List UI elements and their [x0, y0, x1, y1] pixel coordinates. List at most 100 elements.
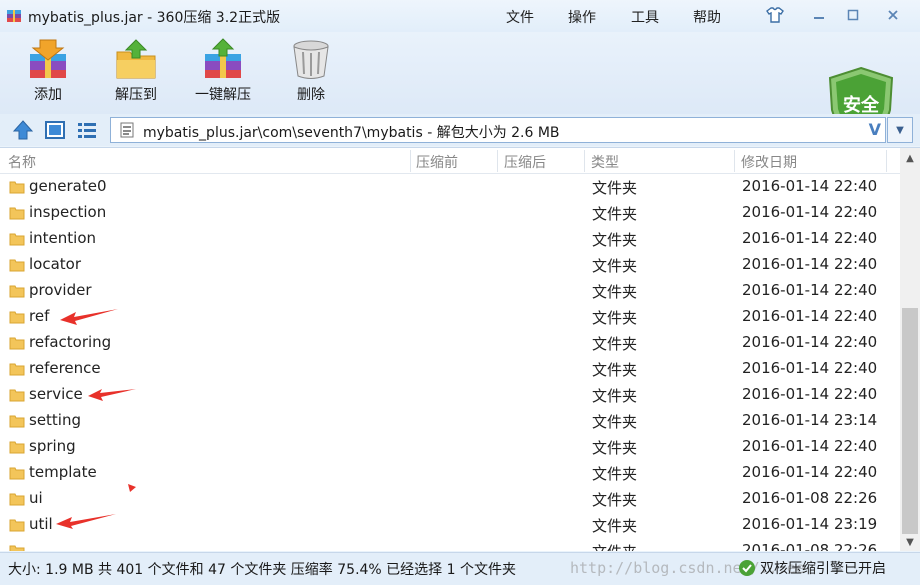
- column-compressed-before[interactable]: 压缩前: [416, 152, 458, 172]
- file-name: spring: [29, 437, 76, 455]
- delete-button[interactable]: 删除: [273, 38, 349, 104]
- menu-help[interactable]: 帮助: [693, 7, 721, 27]
- window-title: mybatis_plus.jar - 360压缩 3.2正式版: [28, 10, 281, 26]
- minimize-icon[interactable]: [806, 4, 832, 26]
- table-row[interactable]: util 文件夹 2016-01-14 23:19: [0, 512, 900, 538]
- column-divider[interactable]: [584, 150, 585, 172]
- annotation-arrow-icon: [60, 309, 118, 325]
- extract-folder-icon: [116, 39, 156, 79]
- folder-icon: [9, 233, 25, 246]
- file-type: 文件夹: [592, 335, 638, 353]
- file-date: 2016-01-14 23:14: [742, 411, 878, 429]
- table-row[interactable]: intention 文件夹 2016-01-14 22:40: [0, 226, 900, 252]
- file-type: 文件夹: [592, 465, 638, 483]
- engine-icon: [739, 560, 755, 576]
- file-type: 文件夹: [592, 231, 638, 249]
- file-name: inspection: [29, 203, 107, 221]
- file-date: 2016-01-14 22:40: [742, 281, 878, 299]
- add-label: 添加: [34, 87, 62, 103]
- file-name: intention: [29, 229, 97, 247]
- file-date: 2016-01-14 22:40: [742, 385, 878, 403]
- file-type: 文件夹: [592, 413, 638, 431]
- table-row[interactable]: setting 文件夹 2016-01-14 23:14: [0, 408, 900, 434]
- folder-icon: [9, 415, 25, 428]
- menu-tools[interactable]: 工具: [631, 7, 659, 27]
- folder-icon: [9, 467, 25, 480]
- file-type: 文件夹: [592, 491, 638, 509]
- file-name: refactoring: [29, 333, 112, 351]
- one-click-extract-label: 一键解压: [195, 87, 251, 103]
- scroll-thumb[interactable]: [902, 308, 918, 534]
- annotation-arrow-icon: [56, 514, 116, 529]
- folder-icon: [9, 207, 25, 220]
- chevron-down-icon: ▼: [896, 124, 904, 136]
- table-row[interactable]: reference 文件夹 2016-01-14 22:40: [0, 356, 900, 382]
- folder-icon: [9, 493, 25, 506]
- address-bar[interactable]: mybatis_plus.jar\com\seventh7\mybatis - …: [110, 117, 886, 143]
- file-name: setting: [29, 411, 82, 429]
- annotation-arrow-icon: [88, 389, 136, 401]
- folder-icon: [9, 441, 25, 454]
- scroll-up-icon[interactable]: ▲: [900, 148, 920, 168]
- extract-to-label: 解压到: [115, 87, 157, 103]
- table-row[interactable]: 文件夹 2016-01-08 22:26: [0, 538, 900, 551]
- file-date: 2016-01-14 22:40: [742, 255, 878, 273]
- column-divider[interactable]: [734, 150, 735, 172]
- file-name: service: [29, 385, 83, 403]
- column-divider[interactable]: [410, 150, 411, 172]
- address-dropdown-button[interactable]: ▼: [887, 117, 913, 143]
- folder-icon: [9, 337, 25, 350]
- file-type: 文件夹: [592, 283, 638, 301]
- column-modified[interactable]: 修改日期: [741, 152, 797, 172]
- one-click-extract-button[interactable]: 一键解压: [185, 38, 261, 104]
- up-level-icon[interactable]: [12, 119, 34, 141]
- menu-file[interactable]: 文件: [506, 7, 534, 27]
- column-compressed-after[interactable]: 压缩后: [504, 152, 546, 172]
- vertical-scrollbar[interactable]: ▲ ▼: [900, 148, 920, 551]
- folder-icon: [9, 363, 25, 376]
- file-type: 文件夹: [592, 205, 638, 223]
- address-path: mybatis_plus.jar\com\seventh7\mybatis - …: [143, 125, 560, 141]
- column-type[interactable]: 类型: [591, 152, 619, 172]
- file-name: template: [29, 463, 97, 481]
- table-row[interactable]: refactoring 文件夹 2016-01-14 22:40: [0, 330, 900, 356]
- close-icon[interactable]: [880, 4, 906, 26]
- file-type: 文件夹: [592, 387, 638, 405]
- table-row[interactable]: ref 文件夹 2016-01-14 22:40: [0, 304, 900, 330]
- column-divider[interactable]: [497, 150, 498, 172]
- folder-icon: [9, 389, 25, 402]
- table-row[interactable]: spring 文件夹 2016-01-14 22:40: [0, 434, 900, 460]
- skin-icon[interactable]: [762, 4, 788, 26]
- file-name: provider: [29, 281, 92, 299]
- engine-label: 双核压缩引擎已开启: [760, 561, 886, 577]
- table-row[interactable]: generate0 文件夹 2016-01-14 22:40: [0, 174, 900, 200]
- folder-icon: [9, 545, 25, 551]
- file-date: 2016-01-14 22:40: [742, 229, 878, 247]
- maximize-icon[interactable]: [840, 4, 866, 26]
- folder-icon: [9, 519, 25, 532]
- column-name[interactable]: 名称: [8, 152, 36, 172]
- table-row[interactable]: provider 文件夹 2016-01-14 22:40: [0, 278, 900, 304]
- list-header: 名称 压缩前 压缩后 类型 修改日期: [0, 148, 900, 174]
- archive-doc-icon: [120, 122, 134, 138]
- archive-app-icon: [7, 10, 21, 22]
- file-name: ui: [29, 489, 43, 507]
- table-row[interactable]: locator 文件夹 2016-01-14 22:40: [0, 252, 900, 278]
- add-button[interactable]: 添加: [10, 38, 86, 104]
- address-history-icon[interactable]: V: [869, 120, 881, 139]
- file-date: 2016-01-14 22:40: [742, 177, 878, 195]
- extract-to-button[interactable]: 解压到: [98, 38, 174, 104]
- scroll-down-icon[interactable]: ▼: [900, 532, 920, 551]
- one-click-extract-icon: [205, 38, 241, 78]
- file-name: util: [29, 515, 53, 533]
- file-date: 2016-01-14 22:40: [742, 307, 878, 325]
- thumbnail-view-icon[interactable]: [44, 119, 66, 141]
- column-divider[interactable]: [886, 150, 887, 172]
- file-type: 文件夹: [592, 257, 638, 275]
- menu-operate[interactable]: 操作: [568, 7, 596, 27]
- file-type: 文件夹: [592, 517, 638, 535]
- table-row[interactable]: inspection 文件夹 2016-01-14 22:40: [0, 200, 900, 226]
- list-view-icon[interactable]: [76, 119, 98, 141]
- delete-label: 删除: [297, 87, 325, 103]
- dual-core-engine-status[interactable]: 双核压缩引擎已开启: [738, 558, 886, 578]
